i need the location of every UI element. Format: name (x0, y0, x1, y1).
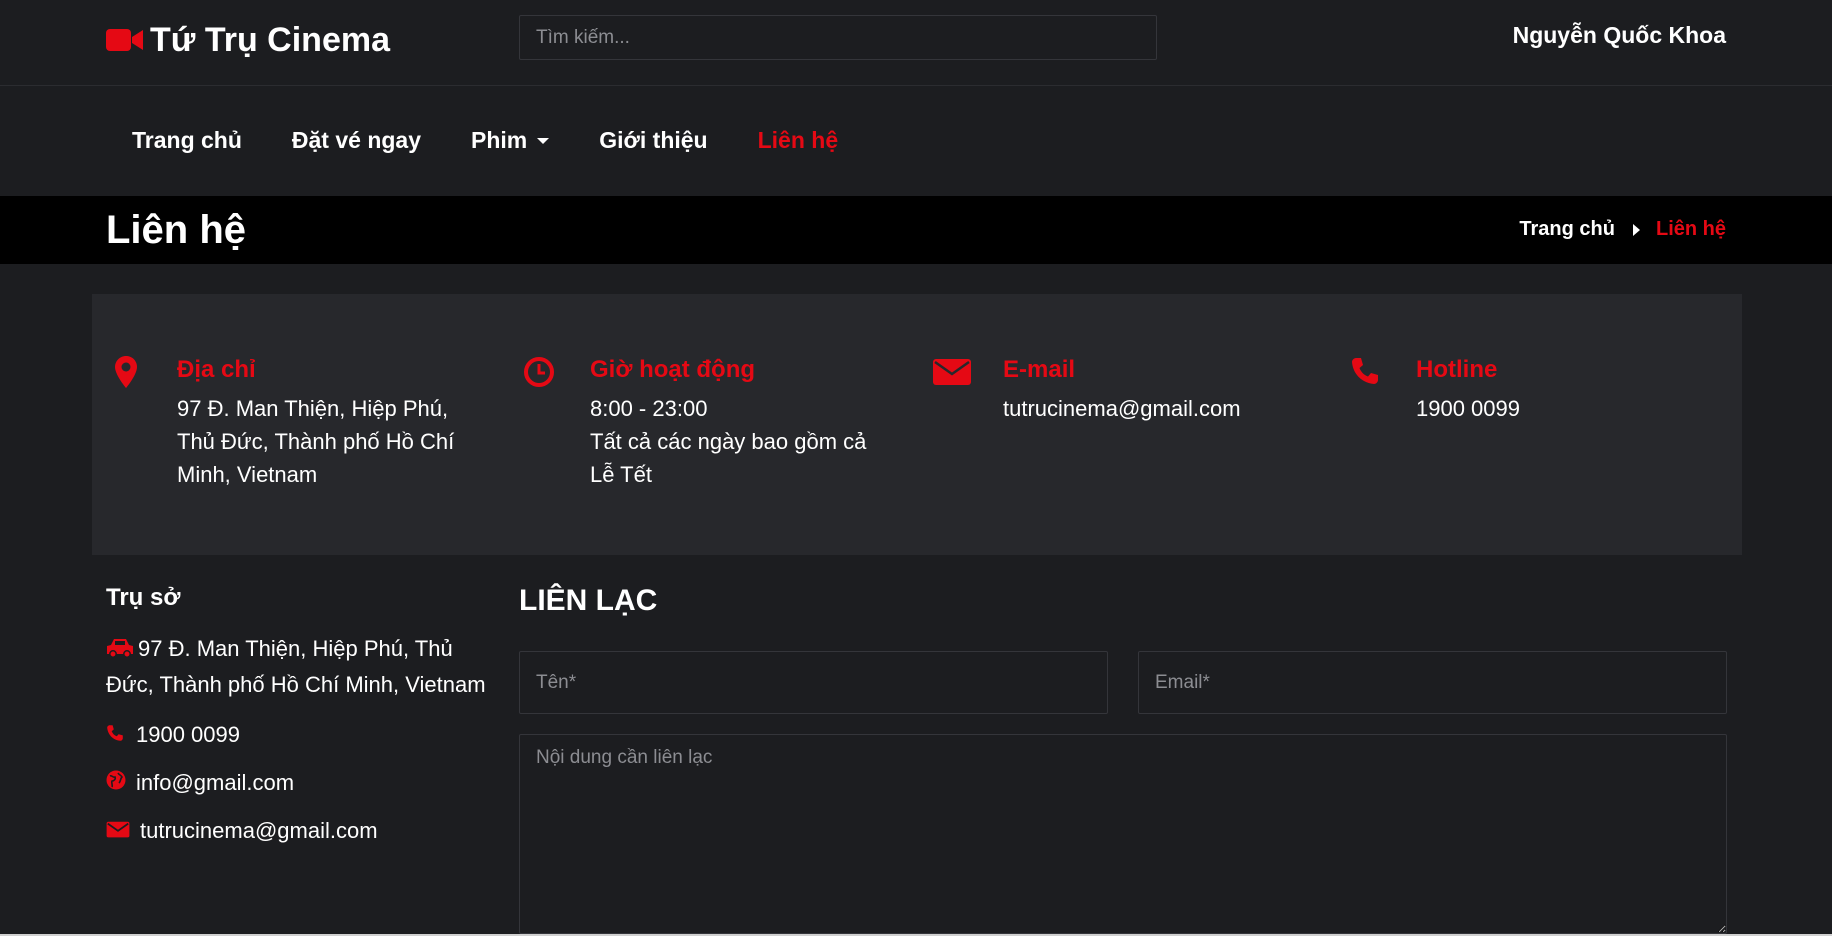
clock-icon (519, 356, 559, 396)
main-nav: Trang chủ Đặt vé ngay Phim Giới thiệu Li… (0, 87, 1832, 196)
envelope-icon (932, 356, 972, 396)
nav-label: Trang chủ (132, 127, 242, 153)
nav-item-book-ticket[interactable]: Đặt vé ngay (292, 127, 421, 154)
globe-icon (106, 770, 136, 796)
info-line: Lễ Tết (590, 462, 652, 487)
email-field[interactable] (1138, 651, 1727, 714)
envelope-icon (106, 818, 140, 844)
info-title: Hotline (1416, 356, 1498, 383)
hq-email-row: tutrucinema@gmail.com (106, 818, 486, 844)
info-title: Giờ hoạt động (590, 356, 756, 383)
contact-info-panel: Địa chỉ 97 Đ. Man Thiện, Hiệp Phú, Thủ Đ… (92, 294, 1742, 555)
nav-item-home[interactable]: Trang chủ (132, 127, 242, 154)
hq-address-text: 97 Đ. Man Thiện, Hiệp Phú, Thủ Đức, Thàn… (106, 636, 486, 697)
nav-label: Đặt vé ngay (291, 127, 422, 153)
info-line: Tất cả các ngày bao gồm cả (590, 429, 867, 454)
top-header: Tứ Trụ Cinema Nguyễn Quốc Khoa (0, 0, 1832, 86)
phone-icon (1345, 356, 1385, 396)
nav-label: Giới thiệu (599, 127, 708, 153)
breadcrumb-arrow-icon (1632, 223, 1640, 236)
breadcrumb-home[interactable]: Trang chủ (1519, 218, 1615, 241)
nav-item-about[interactable]: Giới thiệu (599, 127, 707, 154)
nav-item-movies[interactable]: Phim (471, 127, 550, 154)
nav-item-contact[interactable]: Liên hệ (758, 127, 839, 154)
hq-phone: 1900 0099 (136, 722, 240, 747)
hq-email: tutrucinema@gmail.com (140, 818, 378, 843)
info-line: 8:00 - 23:00 (590, 396, 708, 421)
phone-icon (106, 722, 136, 748)
video-camera-icon (106, 27, 144, 53)
hq-address: 97 Đ. Man Thiện, Hiệp Phú, Thủ Đức, Thàn… (106, 632, 486, 702)
nav-label: Liên hệ (757, 127, 839, 153)
info-line: Thủ Đức, Thành phố Hồ Chí (177, 429, 455, 454)
hq-phone-row: 1900 0099 (106, 722, 486, 748)
search-input[interactable] (519, 15, 1157, 60)
breadcrumb-current: Liên hệ (1655, 218, 1726, 240)
name-field[interactable] (519, 651, 1108, 714)
info-line: tutrucinema@gmail.com (1003, 396, 1241, 421)
caret-down-icon (537, 137, 550, 144)
info-line: 1900 0099 (1416, 396, 1520, 421)
message-textarea[interactable] (519, 734, 1727, 934)
info-title: Địa chỉ (177, 356, 256, 383)
breadcrumb: Trang chủ Liên hệ (1519, 218, 1726, 241)
info-line: Minh, Vietnam (177, 462, 318, 487)
page-title-bar: Liên hệ Trang chủ Liên hệ (0, 196, 1832, 264)
contact-form-section: LIÊN LẠC (519, 584, 1727, 934)
map-marker-icon (106, 356, 146, 396)
hq-web: info@gmail.com (136, 770, 295, 795)
page-title: Liên hệ (106, 208, 247, 252)
info-title: E-mail (1003, 356, 1076, 383)
brand-name: Tứ Trụ Cinema (150, 20, 390, 59)
car-icon (106, 634, 134, 668)
headquarters-section: Trụ sở 97 Đ. Man Thiện, Hiệp Phú, Thủ Đứ… (106, 584, 486, 844)
contact-title: LIÊN LẠC (519, 584, 658, 617)
user-name[interactable]: Nguyễn Quốc Khoa (1513, 22, 1726, 49)
nav-label: Phim (471, 127, 528, 153)
brand-logo[interactable]: Tứ Trụ Cinema (106, 20, 390, 60)
info-line: 97 Đ. Man Thiện, Hiệp Phú, (177, 396, 449, 421)
hq-title: Trụ sở (106, 584, 181, 611)
hq-web-row: info@gmail.com (106, 770, 486, 796)
